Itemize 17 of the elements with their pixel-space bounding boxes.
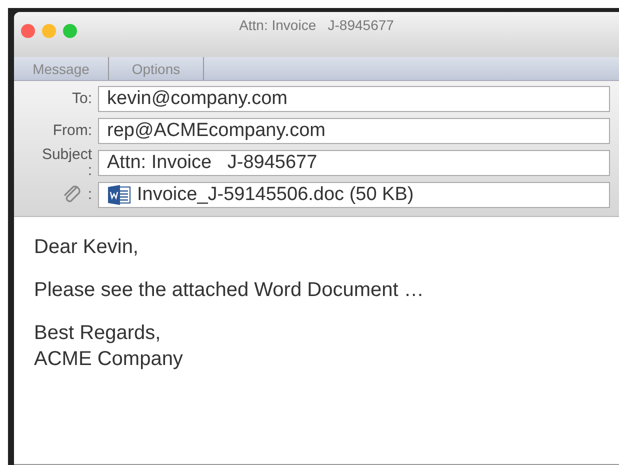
input-field[interactable]: rep@ACMEcompany.com <box>98 118 610 144</box>
field-label: From: <box>52 123 92 139</box>
window-title: Attn: Invoice J-8945677 <box>239 17 394 33</box>
input-field[interactable]: Attn: Invoice J-8945677 <box>98 150 610 176</box>
message-paragraph: Best Regards, ACME Company <box>34 321 184 372</box>
word-document-icon <box>107 184 131 206</box>
field-label: Subject : <box>40 147 92 179</box>
attachment-name[interactable]: Invoice_J-59145506.doc (50 KB) <box>137 184 414 206</box>
close-button[interactable] <box>21 24 35 38</box>
input-field[interactable]: kevin@company.com <box>98 86 610 112</box>
zoom-button[interactable] <box>63 24 77 38</box>
attachment-field[interactable]: Invoice_J-59145506.doc (50 KB) <box>98 182 610 208</box>
message-paragraph: Dear Kevin, <box>34 235 140 260</box>
message-paragraph: Please see the attached Word Document … <box>34 278 425 303</box>
minimize-button[interactable] <box>42 24 56 38</box>
field-label: : <box>88 187 92 203</box>
field-label: To: <box>70 91 92 107</box>
